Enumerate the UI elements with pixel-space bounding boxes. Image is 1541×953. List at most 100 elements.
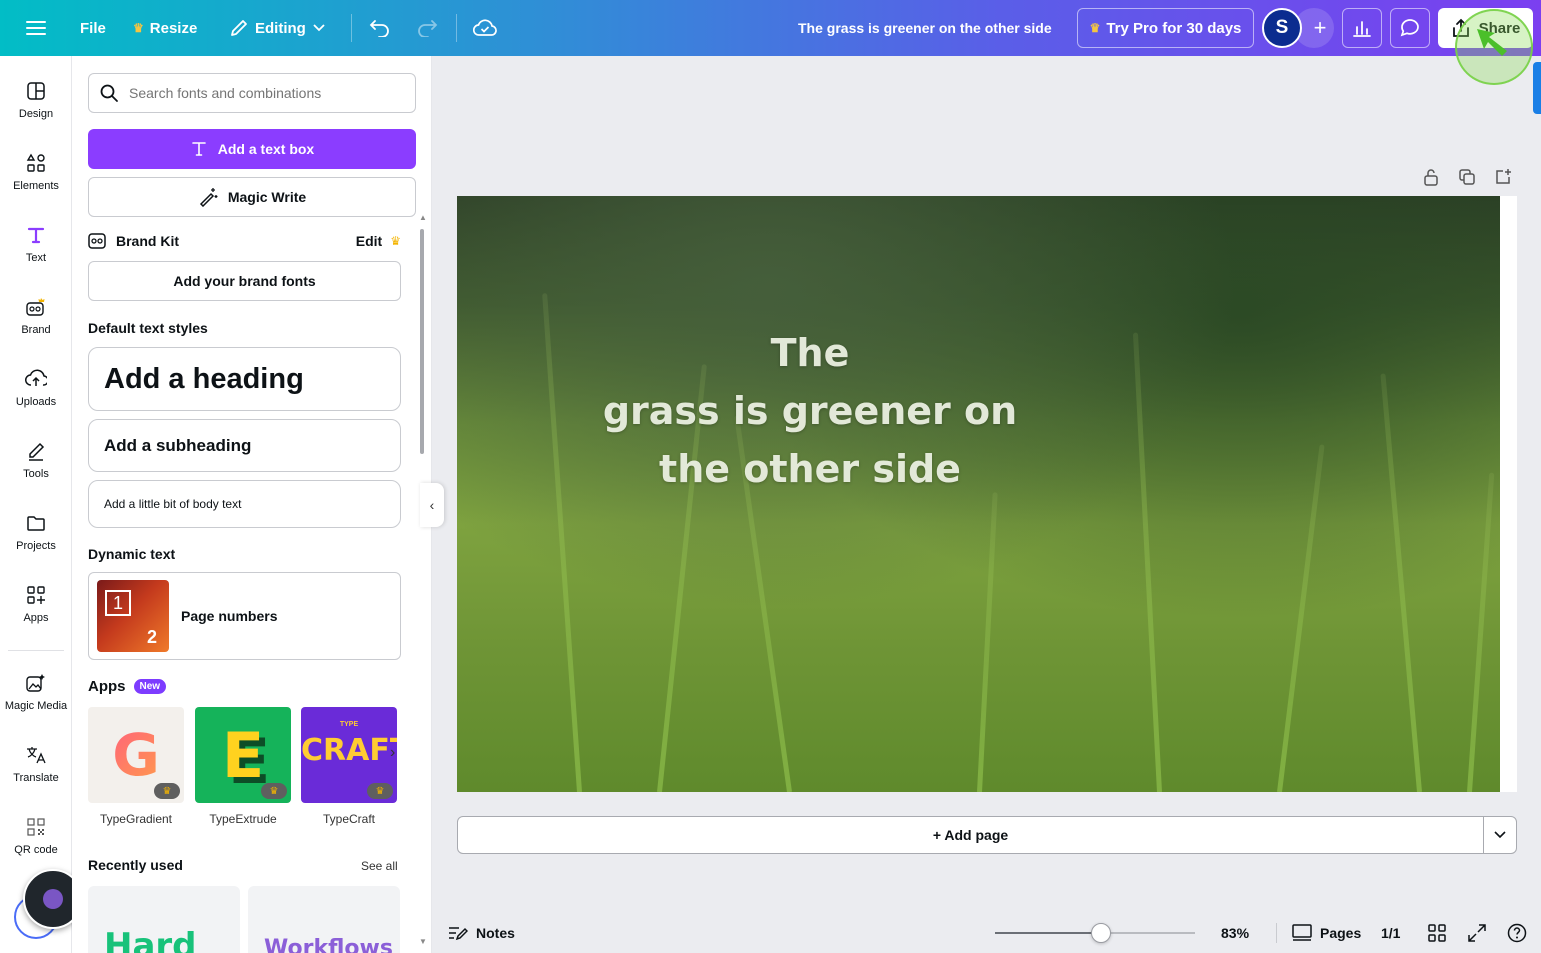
rail-item-tools[interactable]: Tools: [0, 416, 72, 488]
grid-view-button[interactable]: [1426, 922, 1448, 944]
add-text-box-button[interactable]: Add a text box: [88, 129, 416, 169]
file-menu-button[interactable]: File: [80, 0, 106, 56]
chevron-left-icon: ‹: [429, 497, 435, 513]
rail-item-projects[interactable]: Projects: [0, 488, 72, 560]
save-status-button[interactable]: [473, 0, 497, 56]
zoom-slider-thumb[interactable]: [1091, 923, 1111, 943]
font-search-input[interactable]: [129, 85, 399, 101]
dynamic-text-heading: Dynamic text: [88, 546, 176, 562]
avatar[interactable]: S: [1262, 8, 1302, 48]
add-body-text-button[interactable]: Add a little bit of body text: [88, 480, 401, 528]
insights-button[interactable]: [1342, 8, 1382, 48]
bottom-bar: Notes 83% Pages 1/1: [433, 913, 1541, 953]
redo-button[interactable]: [416, 0, 438, 56]
qr-code-icon: [25, 816, 47, 838]
scroll-up-icon[interactable]: ▲: [419, 213, 427, 222]
zoom-slider-fill: [995, 932, 1101, 934]
canvas-scroll-indicator[interactable]: [1533, 62, 1541, 114]
menu-button[interactable]: [26, 0, 46, 56]
page-number-glyph: 1: [105, 590, 131, 616]
pages-icon: [1292, 924, 1312, 941]
add-page-button[interactable]: + Add page: [457, 816, 1484, 854]
rail-item-translate[interactable]: Translate: [0, 720, 72, 792]
pages-button[interactable]: Pages: [1292, 924, 1361, 942]
add-page-options-button[interactable]: [1483, 816, 1517, 854]
apps-next-chevron-icon[interactable]: ›: [390, 744, 395, 762]
headline-line: the other side: [659, 447, 961, 491]
headline-line: grass is greener on: [602, 389, 1018, 433]
add-subheading-button[interactable]: Add a subheading: [88, 419, 401, 472]
app-name: TypeCraft: [322, 812, 376, 826]
rail-item-elements[interactable]: Elements: [0, 128, 72, 200]
apps-icon: [25, 584, 47, 606]
editing-mode-dropdown[interactable]: Editing: [229, 0, 326, 56]
brand-icon: [25, 296, 47, 318]
default-text-styles-heading: Default text styles: [88, 320, 208, 336]
rail-item-uploads[interactable]: Uploads: [0, 344, 72, 416]
add-brand-fonts-button[interactable]: Add your brand fonts: [88, 261, 401, 301]
see-all-link[interactable]: See all: [361, 859, 398, 873]
text-panel: Add a text box Magic Write Brand Kit Edi…: [72, 56, 432, 953]
app-tile-typecraft[interactable]: TYPE CRAFT ♛: [301, 707, 397, 803]
add-page-icon[interactable]: [1492, 166, 1514, 188]
recent-font-card[interactable]: Hard: [88, 886, 240, 953]
grass-blade: [1132, 332, 1162, 792]
new-badge: New: [133, 679, 167, 694]
cursor-arrow-icon: [1477, 29, 1507, 56]
app-tile-typegradient[interactable]: G ♛: [88, 707, 184, 803]
panel-scrollbar-thumb[interactable]: [420, 229, 424, 454]
rail-item-design[interactable]: Design: [0, 56, 72, 128]
brand-kit-edit-link[interactable]: Edit: [356, 233, 382, 249]
rail-item-brand[interactable]: Brand: [0, 272, 72, 344]
typecraft-logo: CRAFT: [301, 733, 397, 768]
try-pro-button[interactable]: ♛ Try Pro for 30 days: [1077, 8, 1254, 48]
recent-font-card[interactable]: Workflows: [248, 886, 400, 953]
panel-scrollbar[interactable]: ▲ ▼: [419, 213, 427, 946]
lock-icon[interactable]: [1420, 166, 1442, 188]
translate-icon: [25, 744, 47, 766]
elements-icon: [25, 152, 47, 174]
text-icon: [25, 224, 47, 246]
font-search-box[interactable]: [88, 73, 416, 113]
uploads-icon: [25, 368, 47, 390]
brand-kit-label: Brand Kit: [116, 233, 179, 249]
magic-media-icon: [25, 672, 47, 694]
grass-blade: [542, 293, 582, 792]
recent-font-sample: Workflows: [264, 936, 393, 953]
comments-button[interactable]: [1390, 8, 1430, 48]
canvas-headline-text[interactable]: The grass is greener on the other side: [600, 324, 1020, 498]
hamburger-icon: [26, 21, 46, 35]
cloud-check-icon: [473, 19, 497, 36]
collapse-panel-button[interactable]: ‹: [420, 483, 444, 527]
recent-font-sample: Hard: [104, 926, 197, 953]
app-tile-typeextrude[interactable]: E ♛: [195, 707, 291, 803]
rail-item-apps[interactable]: Apps: [0, 560, 72, 632]
headline-line: The: [770, 331, 850, 375]
resize-button[interactable]: ♛ Resize: [133, 0, 197, 56]
page-numbers-card[interactable]: 1 2 Page numbers: [88, 572, 401, 660]
notes-icon: [449, 927, 468, 941]
help-icon: [1507, 923, 1527, 943]
rail-item-text[interactable]: Text: [0, 200, 72, 272]
grid-icon: [1428, 924, 1446, 942]
document-title[interactable]: The grass is greener on the other side: [798, 0, 1052, 56]
duplicate-page-icon[interactable]: [1456, 166, 1478, 188]
comment-icon: [1400, 19, 1419, 37]
page-actions: [1420, 166, 1514, 188]
recently-used-heading: Recently used: [88, 857, 183, 873]
help-button[interactable]: [1506, 922, 1528, 944]
rail-item-qr-code[interactable]: QR code: [0, 792, 72, 864]
undo-icon: [369, 20, 389, 37]
add-heading-button[interactable]: Add a heading: [88, 347, 401, 411]
fullscreen-button[interactable]: [1466, 922, 1488, 944]
magic-write-button[interactable]: Magic Write: [88, 177, 416, 217]
click-highlight: [1455, 9, 1533, 85]
scroll-down-icon[interactable]: ▼: [419, 937, 427, 946]
page-number-glyph: 2: [146, 627, 157, 647]
zoom-level[interactable]: 83%: [1221, 925, 1249, 941]
undo-button[interactable]: [369, 0, 391, 56]
app-name: TypeExtrude: [209, 812, 277, 826]
rail-item-magic-media[interactable]: Magic Media: [0, 648, 72, 720]
zoom-slider[interactable]: [995, 923, 1195, 943]
notes-button[interactable]: Notes: [448, 925, 515, 941]
